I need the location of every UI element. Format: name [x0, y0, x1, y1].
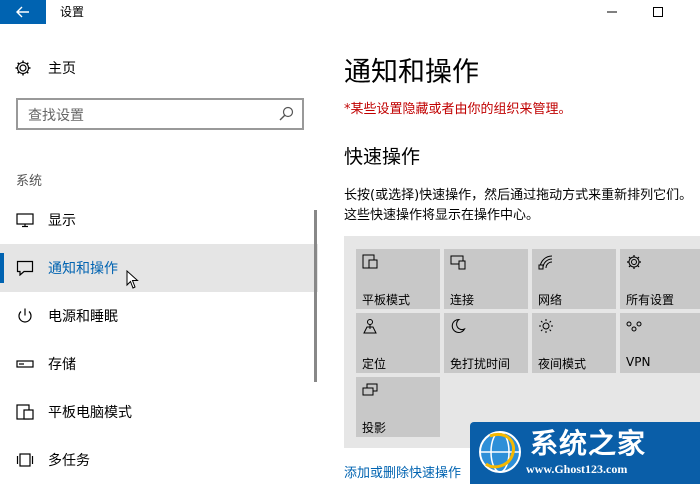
- tablet-icon: [16, 404, 34, 420]
- watermark-title: 系统之家: [530, 427, 647, 460]
- sidebar-item-label: 通知和操作: [48, 261, 118, 277]
- sidebar-scrollbar[interactable]: [314, 210, 317, 382]
- tile-location[interactable]: 定位: [356, 313, 440, 373]
- maximize-icon: [653, 7, 663, 17]
- sidebar-item-label: 存储: [48, 357, 76, 373]
- tile-label: 免打扰时间: [450, 357, 511, 371]
- monitor-icon: [16, 213, 34, 228]
- search-placeholder: 查找设置: [28, 108, 84, 124]
- site-watermark: 系统之家 www.Ghost123.com: [470, 422, 700, 484]
- tile-label: 定位: [362, 357, 387, 371]
- tile-label: 连接: [450, 293, 475, 307]
- section-label: 系统: [16, 174, 43, 189]
- sidebar-item-label: 显示: [48, 213, 76, 229]
- tile-connect[interactable]: 连接: [444, 249, 528, 309]
- tile-label: VPN: [626, 355, 651, 369]
- tile-label: 投影: [362, 421, 387, 435]
- tile-label: 平板模式: [362, 293, 411, 307]
- main-content: 通知和操作 *某些设置隐藏或者由你的组织来管理。 快速操作 长按(或选择)快速操…: [320, 24, 700, 484]
- minimize-icon: [607, 11, 617, 13]
- tile-project[interactable]: 投影: [356, 377, 440, 437]
- gear-icon: [15, 60, 31, 76]
- quick-actions-heading: 快速操作: [344, 146, 421, 168]
- quick-actions-panel: 平板模式 连接 网络 所有设置 定位 免打扰时间 夜间模式 VPN 投影: [344, 236, 700, 448]
- window-title: 设置: [60, 5, 85, 19]
- sidebar-item-display[interactable]: 显示: [0, 196, 318, 244]
- minimize-button[interactable]: [600, 3, 624, 21]
- page-title: 通知和操作: [344, 57, 479, 88]
- sun-icon: [539, 319, 553, 333]
- tile-quiet-hours[interactable]: 免打扰时间: [444, 313, 528, 373]
- vpn-icon: [626, 321, 642, 332]
- sidebar-item-storage[interactable]: 存储: [0, 340, 318, 388]
- globe-logo-icon: [479, 431, 521, 473]
- back-button[interactable]: [0, 0, 46, 24]
- search-icon[interactable]: [278, 106, 294, 122]
- sidebar-item-tablet-mode[interactable]: 平板电脑模式: [0, 388, 318, 436]
- location-icon: [363, 319, 377, 334]
- multitask-icon: [16, 453, 34, 467]
- title-bar: 设置: [0, 0, 700, 24]
- managed-warning: *某些设置隐藏或者由你的组织来管理。: [344, 102, 572, 117]
- tile-label: 所有设置: [626, 293, 675, 307]
- back-arrow-icon: [16, 6, 29, 18]
- tablet-mode-icon: [362, 254, 378, 269]
- quick-actions-description: 长按(或选择)快速操作，然后通过拖动方式来重新排列它们。这些快速操作将显示在操作…: [344, 188, 693, 223]
- home-link[interactable]: 主页: [14, 58, 76, 78]
- gear-icon: [627, 255, 641, 269]
- add-remove-quick-actions-link[interactable]: 添加或删除快速操作: [344, 462, 461, 481]
- network-icon: [538, 255, 553, 270]
- project-icon: [362, 383, 378, 396]
- notification-icon: [16, 260, 34, 276]
- watermark-url: www.Ghost123.com: [526, 462, 628, 476]
- sidebar-item-label: 平板电脑模式: [48, 405, 132, 421]
- tile-label: 网络: [538, 293, 563, 307]
- tile-vpn[interactable]: VPN: [620, 313, 700, 373]
- search-input[interactable]: 查找设置: [16, 98, 304, 130]
- maximize-button[interactable]: [646, 3, 670, 21]
- sidebar-item-power[interactable]: 电源和睡眠: [0, 292, 318, 340]
- active-indicator: [0, 253, 4, 283]
- tile-all-settings[interactable]: 所有设置: [620, 249, 700, 309]
- sidebar-item-label: 电源和睡眠: [48, 309, 118, 325]
- sidebar: 主页 查找设置 系统 显示 通知和操作 电源和睡眠 存储 平板电脑模式 多任务: [0, 24, 320, 484]
- connect-icon: [450, 255, 466, 270]
- tile-night-mode[interactable]: 夜间模式: [532, 313, 616, 373]
- storage-icon: [16, 360, 34, 368]
- moon-icon: [451, 318, 466, 333]
- sidebar-item-label: 多任务: [48, 453, 90, 469]
- tile-network[interactable]: 网络: [532, 249, 616, 309]
- tile-label: 夜间模式: [538, 357, 587, 371]
- sidebar-item-notifications[interactable]: 通知和操作: [0, 244, 318, 292]
- sidebar-item-multitasking[interactable]: 多任务: [0, 436, 318, 484]
- tile-tablet-mode[interactable]: 平板模式: [356, 249, 440, 309]
- mouse-cursor-icon: [126, 270, 139, 289]
- home-label: 主页: [48, 61, 76, 77]
- power-icon: [18, 308, 32, 323]
